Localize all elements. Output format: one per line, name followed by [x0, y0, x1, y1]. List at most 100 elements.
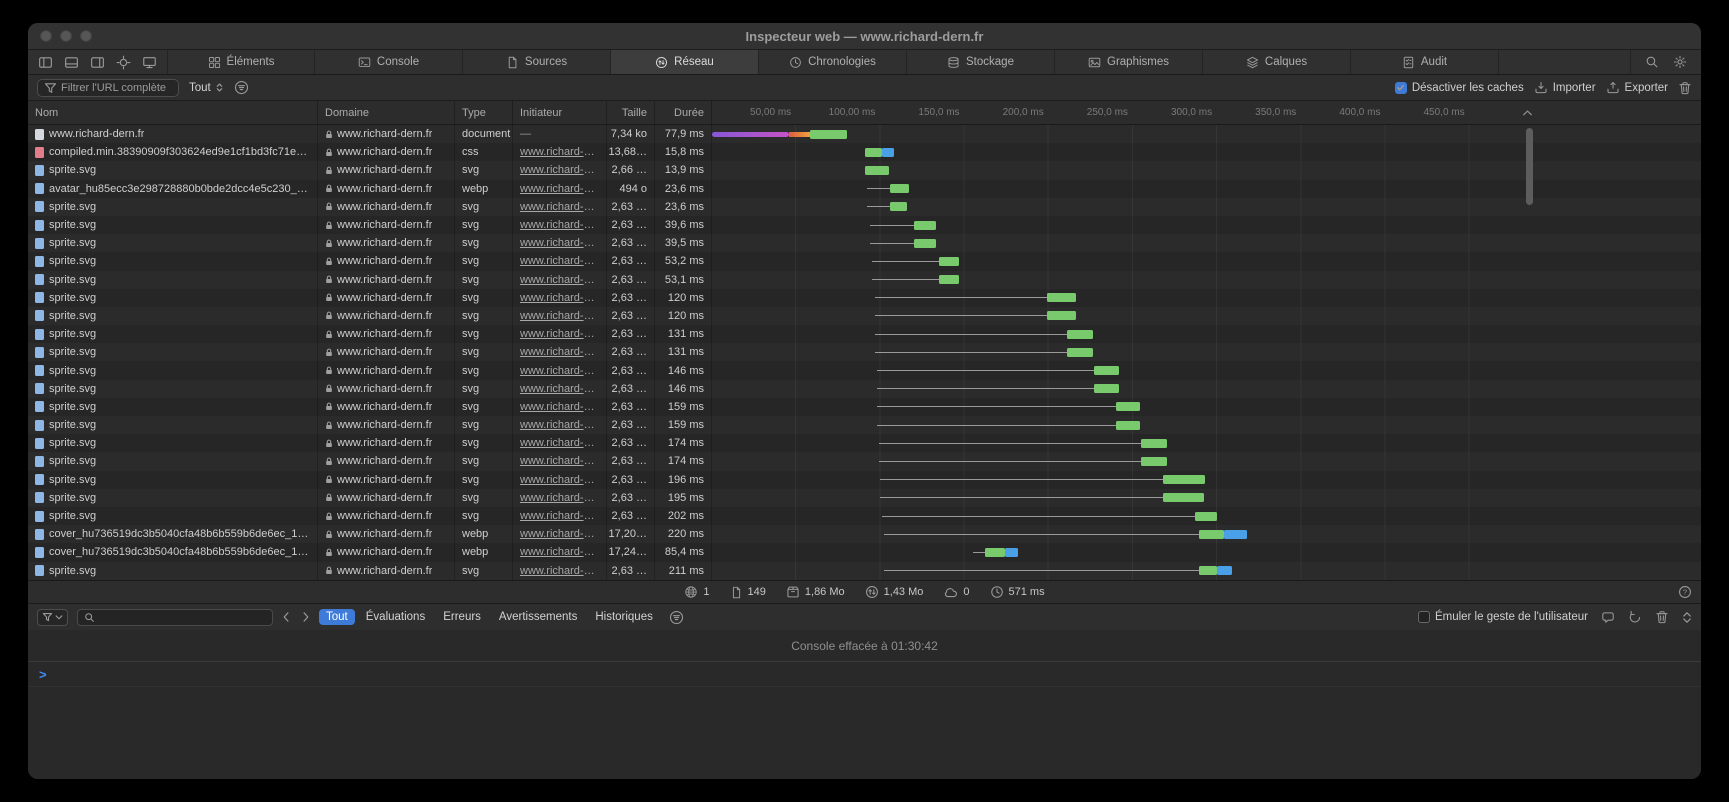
initiator-link[interactable]: www.richard-d… [520, 474, 599, 486]
chevron-up-icon[interactable] [1522, 109, 1533, 116]
url-filter-field[interactable] [37, 79, 179, 97]
initiator-link[interactable]: www.richard-d… [520, 237, 599, 249]
initiator-link[interactable]: www.richard-d… [520, 383, 599, 395]
initiator-link[interactable]: www.richard-d… [520, 365, 599, 377]
column-header-init[interactable]: Initiateur [513, 101, 607, 124]
network-request-row[interactable]: sprite.svgwww.richard-dern.frsvgwww.rich… [28, 252, 1701, 270]
import-button[interactable]: Importer [1534, 81, 1596, 94]
network-request-row[interactable]: sprite.svgwww.richard-dern.frsvgwww.rich… [28, 216, 1701, 234]
console-options-icon[interactable] [669, 610, 684, 625]
inspect-element-icon[interactable] [116, 55, 131, 70]
tab-graphics[interactable]: Graphismes [1055, 50, 1203, 74]
initiator-link[interactable]: www.richard-d… [520, 346, 599, 358]
device-settings-icon[interactable] [142, 56, 157, 69]
clear-console-button[interactable] [1655, 610, 1669, 624]
message-bubble-icon[interactable] [1601, 611, 1615, 624]
initiator-link[interactable]: www.richard-d… [520, 183, 599, 195]
window-minimize-button[interactable] [60, 30, 72, 42]
initiator-link[interactable]: www.richard-d… [520, 328, 599, 340]
resource-type-filter[interactable]: Tout [189, 82, 224, 94]
emulate-user-gesture-checkbox[interactable] [1418, 611, 1430, 623]
filter-options-icon[interactable] [234, 80, 249, 95]
tab-storage[interactable]: Stockage [907, 50, 1055, 74]
network-request-row[interactable]: compiled.min.38390909f303624ed9e1cf1bd3f… [28, 143, 1701, 161]
console-search-field[interactable] [77, 609, 273, 626]
network-request-row[interactable]: sprite.svgwww.richard-dern.frsvgwww.rich… [28, 289, 1701, 307]
console-scope-tout[interactable]: Tout [319, 609, 355, 625]
network-request-row[interactable]: sprite.svgwww.richard-dern.frsvgwww.rich… [28, 434, 1701, 452]
initiator-link[interactable]: www.richard-d… [520, 255, 599, 267]
network-request-row[interactable]: www.richard-dern.frwww.richard-dern.frdo… [28, 125, 1701, 143]
network-request-row[interactable]: sprite.svgwww.richard-dern.frsvgwww.rich… [28, 398, 1701, 416]
dock-side-icon[interactable] [38, 56, 53, 69]
initiator-link[interactable]: www.richard-d… [520, 437, 599, 449]
reload-icon[interactable] [1628, 610, 1642, 624]
initiator-link[interactable]: www.richard-d… [520, 292, 599, 304]
tab-timelines[interactable]: Chronologies [759, 50, 907, 74]
network-request-row[interactable]: sprite.svgwww.richard-dern.frsvgwww.rich… [28, 471, 1701, 489]
initiator-link[interactable]: www.richard-d… [520, 546, 599, 558]
disable-caches-checkbox[interactable] [1395, 82, 1407, 94]
initiator-link[interactable]: www.richard-d… [520, 146, 599, 158]
initiator-link[interactable]: www.richard-d… [520, 528, 599, 540]
initiator-link[interactable]: www.richard-d… [520, 455, 599, 467]
initiator-link[interactable]: www.richard-d… [520, 310, 599, 322]
network-request-row[interactable]: sprite.svgwww.richard-dern.frsvgwww.rich… [28, 325, 1701, 343]
column-header-size[interactable]: Taille [607, 101, 655, 124]
network-request-row[interactable]: sprite.svgwww.richard-dern.frsvgwww.rich… [28, 416, 1701, 434]
console-search-input[interactable] [99, 611, 266, 623]
column-header-domain[interactable]: Domaine [318, 101, 455, 124]
tab-network[interactable]: Réseau [611, 50, 759, 74]
initiator-link[interactable]: www.richard-d… [520, 219, 599, 231]
initiator-link[interactable]: www.richard-d… [520, 401, 599, 413]
next-result-button[interactable] [302, 611, 310, 623]
network-request-row[interactable]: cover_hu736519dc3b5040cfa48b6b559b6de6ec… [28, 525, 1701, 543]
expand-console-button[interactable] [1682, 611, 1692, 624]
tab-layers[interactable]: Calques [1203, 50, 1351, 74]
network-request-row[interactable]: sprite.svgwww.richard-dern.frsvgwww.rich… [28, 271, 1701, 289]
network-request-row[interactable]: avatar_hu85ecc3e298728880b0bde2dcc4e5c23… [28, 180, 1701, 198]
initiator-link[interactable]: www.richard-d… [520, 201, 599, 213]
tab-audit[interactable]: Audit [1351, 50, 1499, 74]
column-header-dur[interactable]: Durée [655, 101, 712, 124]
disable-caches-toggle[interactable]: Désactiver les caches [1395, 82, 1524, 94]
network-request-row[interactable]: sprite.svgwww.richard-dern.frsvgwww.rich… [28, 489, 1701, 507]
console-scope-avertissements[interactable]: Avertissements [492, 609, 584, 625]
window-zoom-button[interactable] [80, 30, 92, 42]
initiator-link[interactable]: www.richard-d… [520, 492, 599, 504]
network-request-row[interactable]: sprite.svgwww.richard-dern.frsvgwww.rich… [28, 452, 1701, 470]
tab-elements[interactable]: Éléments [167, 50, 315, 74]
column-header-type[interactable]: Type [455, 101, 513, 124]
network-request-row[interactable]: sprite.svgwww.richard-dern.frsvgwww.rich… [28, 562, 1701, 580]
url-filter-input[interactable] [61, 82, 171, 94]
network-request-row[interactable]: sprite.svgwww.richard-dern.frsvgwww.rich… [28, 380, 1701, 398]
console-scope-évaluations[interactable]: Évaluations [359, 609, 432, 625]
network-request-row[interactable]: sprite.svgwww.richard-dern.frsvgwww.rich… [28, 507, 1701, 525]
dock-right-icon[interactable] [90, 56, 105, 69]
emulate-user-gesture-toggle[interactable]: Émuler le geste de l'utilisateur [1418, 611, 1588, 623]
network-request-row[interactable]: sprite.svgwww.richard-dern.frsvgwww.rich… [28, 343, 1701, 361]
console-prompt[interactable]: > [28, 662, 1701, 687]
settings-gear-icon[interactable] [1673, 55, 1687, 69]
initiator-link[interactable]: www.richard-d… [520, 565, 599, 577]
initiator-link[interactable]: www.richard-d… [520, 419, 599, 431]
console-scope-historiques[interactable]: Historiques [588, 609, 660, 625]
search-icon[interactable] [1645, 55, 1659, 69]
tab-sources[interactable]: Sources [463, 50, 611, 74]
initiator-link[interactable]: www.richard-d… [520, 164, 599, 176]
initiator-link[interactable]: www.richard-d… [520, 274, 599, 286]
console-scope-erreurs[interactable]: Erreurs [436, 609, 488, 625]
window-close-button[interactable] [40, 30, 52, 42]
titlebar[interactable]: Inspecteur web — www.richard-dern.fr [28, 23, 1701, 50]
help-icon[interactable]: ? [1678, 585, 1692, 599]
network-request-row[interactable]: sprite.svgwww.richard-dern.frsvgwww.rich… [28, 198, 1701, 216]
network-request-row[interactable]: sprite.svgwww.richard-dern.frsvgwww.rich… [28, 234, 1701, 252]
network-request-row[interactable]: sprite.svgwww.richard-dern.frsvgwww.rich… [28, 307, 1701, 325]
tab-console[interactable]: Console [315, 50, 463, 74]
initiator-link[interactable]: www.richard-d… [520, 510, 599, 522]
console-filter-button[interactable] [37, 609, 68, 626]
network-request-row[interactable]: sprite.svgwww.richard-dern.frsvgwww.rich… [28, 361, 1701, 379]
network-request-row[interactable]: cover_hu736519dc3b5040cfa48b6b559b6de6ec… [28, 543, 1701, 561]
previous-result-button[interactable] [282, 611, 290, 623]
clear-network-items-button[interactable] [1678, 81, 1692, 95]
